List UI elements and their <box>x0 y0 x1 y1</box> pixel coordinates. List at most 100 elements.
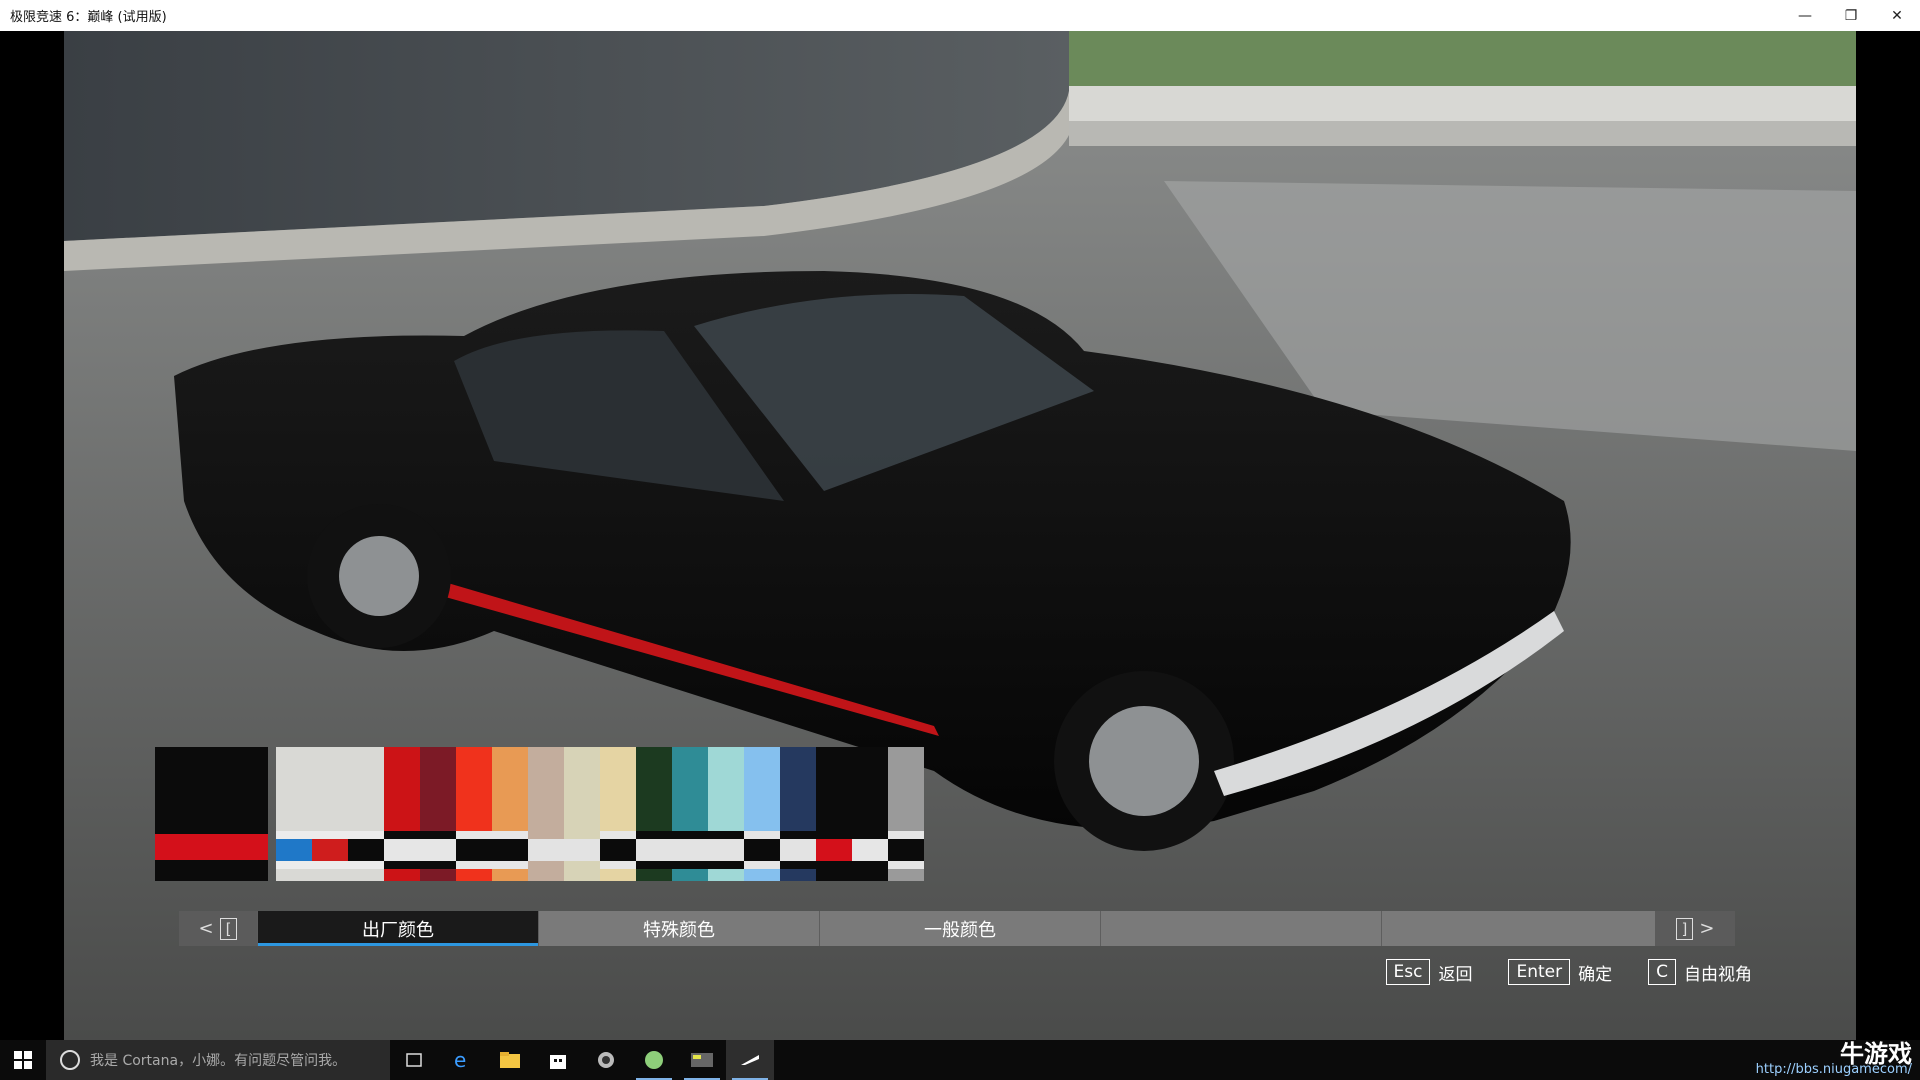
swatch-band <box>888 747 924 831</box>
restore-button[interactable]: ❐ <box>1828 0 1874 31</box>
swatch-band <box>276 869 312 881</box>
palette-gap <box>268 747 276 881</box>
next-tab-button[interactable]: ] > <box>1655 911 1735 946</box>
watermark-brand: 牛游戏 <box>1840 1040 1912 1068</box>
swatch-band <box>816 747 852 831</box>
swatch-band <box>456 869 492 881</box>
forza-icon[interactable] <box>726 1040 774 1080</box>
window-controls: — ❐ ✕ <box>1782 0 1920 31</box>
swatch-band <box>888 839 924 861</box>
app-icon[interactable] <box>582 1040 630 1080</box>
swatch-band <box>708 747 744 831</box>
color-swatch-18[interactable] <box>888 747 924 881</box>
swatch-band <box>816 861 852 869</box>
swatch-band <box>384 831 420 839</box>
swatch-band <box>348 831 384 839</box>
swatch-band <box>276 839 312 861</box>
color-palette <box>155 747 924 881</box>
swatch-band <box>672 839 708 861</box>
start-button[interactable] <box>0 1040 46 1080</box>
color-swatch-1[interactable] <box>276 747 312 881</box>
swatch-band <box>636 839 672 861</box>
color-swatch-15[interactable] <box>780 747 816 881</box>
swatch-band <box>816 831 852 839</box>
swatch-band <box>780 861 816 869</box>
tab-special-colors[interactable]: 特殊颜色 <box>538 911 819 946</box>
swatch-band <box>672 861 708 869</box>
swatch-band <box>456 839 492 861</box>
swatch-band <box>672 747 708 831</box>
hint-back[interactable]: Esc 返回 <box>1385 959 1472 985</box>
cortana-search-box[interactable]: 我是 Cortana，小娜。有问题尽管问我。 <box>46 1040 390 1080</box>
app-icon-3[interactable] <box>678 1040 726 1080</box>
task-view-icon[interactable] <box>390 1040 438 1080</box>
swatch-band <box>276 747 312 831</box>
swatch-band <box>348 747 384 831</box>
swatch-band <box>852 861 888 869</box>
color-swatch-8[interactable] <box>528 747 564 881</box>
swatch-band <box>708 831 744 839</box>
swatch-band <box>888 831 924 839</box>
hint-confirm[interactable]: Enter 确定 <box>1508 959 1612 985</box>
swatch-band <box>492 861 528 869</box>
color-swatch-2[interactable] <box>312 747 348 881</box>
color-swatch-7[interactable] <box>492 747 528 881</box>
swatch-band <box>492 747 528 831</box>
swatch-band <box>384 869 420 881</box>
swatch-band <box>384 747 420 831</box>
swatch-band <box>744 839 780 861</box>
swatch-band <box>456 747 492 831</box>
app-icon-2[interactable] <box>630 1040 678 1080</box>
color-swatch-16[interactable] <box>816 747 852 881</box>
tab-general-colors[interactable]: 一般颜色 <box>819 911 1100 946</box>
search-placeholder: 我是 Cortana，小娜。有问题尽管问我。 <box>90 1053 347 1069</box>
next-tab-key: ] <box>1675 917 1694 940</box>
color-swatch-14[interactable] <box>744 747 780 881</box>
hint-free-camera[interactable]: C 自由视角 <box>1648 959 1752 985</box>
swatch-band <box>780 831 816 839</box>
swatch-band <box>744 869 780 881</box>
key-hints: Esc 返回 Enter 确定 C 自由视角 <box>1364 959 1752 985</box>
store-icon[interactable] <box>534 1040 582 1080</box>
tab-factory-colors[interactable]: 出厂颜色 <box>257 911 538 946</box>
file-explorer-icon[interactable] <box>486 1040 534 1080</box>
window-title: 极限竞速 6：巅峰 (试用版) <box>10 10 167 25</box>
color-swatch-11[interactable] <box>636 747 672 881</box>
swatch-band <box>852 869 888 881</box>
color-swatch-9[interactable] <box>564 747 600 881</box>
swatch-band <box>420 861 456 869</box>
color-swatch-main[interactable] <box>155 747 268 881</box>
edge-icon[interactable]: e <box>438 1040 486 1080</box>
swatch-band <box>888 869 924 881</box>
windows-taskbar: 我是 Cortana，小娜。有问题尽管问我。 e <box>0 1040 1920 1080</box>
color-swatch-10[interactable] <box>600 747 636 881</box>
swatch-band <box>816 869 852 881</box>
color-swatch-6[interactable] <box>456 747 492 881</box>
swatch-band <box>600 831 636 839</box>
tab-empty-1[interactable] <box>1100 911 1381 946</box>
swatch-band <box>780 869 816 881</box>
swatch-band <box>744 831 780 839</box>
swatch-band <box>564 869 600 881</box>
swatch-band <box>708 869 744 881</box>
tab-empty-2[interactable] <box>1381 911 1655 946</box>
windows-logo-icon <box>14 1051 32 1069</box>
chevron-right-icon: > <box>1699 918 1715 939</box>
prev-tab-button[interactable]: < [ <box>179 911 257 946</box>
swatch-band <box>744 861 780 869</box>
color-swatch-5[interactable] <box>420 747 456 881</box>
color-swatch-3[interactable] <box>348 747 384 881</box>
swatch-band <box>456 831 492 839</box>
color-swatch-13[interactable] <box>708 747 744 881</box>
swatch-band <box>312 861 348 869</box>
color-swatch-12[interactable] <box>672 747 708 881</box>
minimize-button[interactable]: — <box>1782 0 1828 31</box>
swatch-band <box>780 839 816 861</box>
close-button[interactable]: ✕ <box>1874 0 1920 31</box>
color-swatch-17[interactable] <box>852 747 888 881</box>
swatch-band <box>276 831 312 839</box>
color-swatch-4[interactable] <box>384 747 420 881</box>
swatch-band <box>348 839 384 861</box>
swatch-band <box>312 839 348 861</box>
swatch-band <box>492 831 528 839</box>
